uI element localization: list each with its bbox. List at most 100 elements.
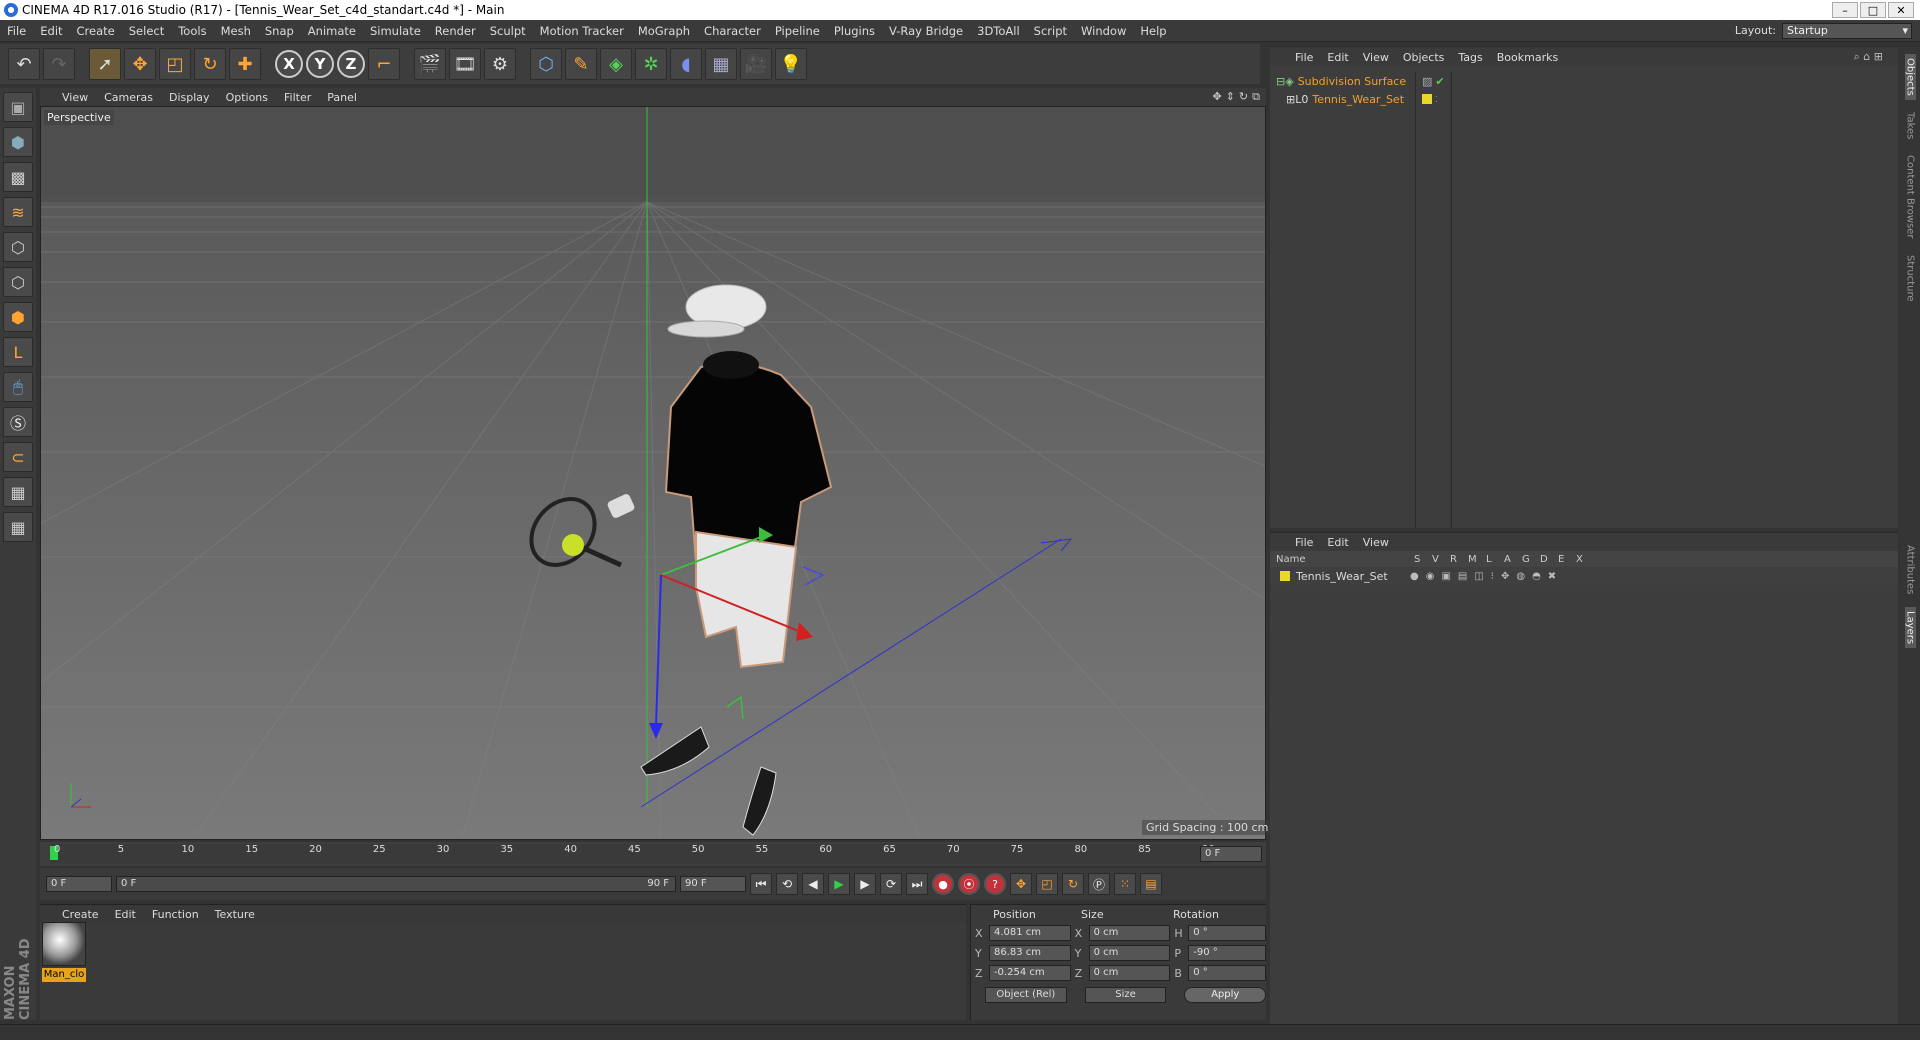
perspective-viewport[interactable]	[40, 106, 1266, 840]
y-axis-lock-button[interactable]: Y	[306, 50, 334, 78]
menu-tools[interactable]: Tools	[171, 24, 213, 38]
tab-objects[interactable]: Objects	[1904, 54, 1916, 100]
x-axis-lock-button[interactable]: X	[275, 50, 303, 78]
tab-layers[interactable]: Layers	[1904, 606, 1916, 648]
key-rotation-button[interactable]: ↻	[1062, 873, 1084, 895]
workplane-lock-button[interactable]: ▦	[3, 477, 33, 507]
viewport-menu-filter[interactable]: Filter	[276, 91, 319, 104]
layer-flag-icons[interactable]: ●◉▣▤◫⁝✥◍◓✖	[1410, 571, 1563, 582]
maximize-viewport-icon[interactable]: ⧉	[1252, 90, 1260, 104]
menu-plugins[interactable]: Plugins	[827, 24, 882, 38]
size-x-field[interactable]: 0 cm	[1088, 925, 1171, 941]
next-key-button[interactable]: ⟳	[880, 873, 902, 895]
menu-motion-tracker[interactable]: Motion Tracker	[533, 24, 631, 38]
layer-menu-file[interactable]: File	[1288, 536, 1320, 549]
cloner-button[interactable]: ✲	[635, 48, 667, 80]
layer-swatch-icon[interactable]: ▨	[1422, 75, 1432, 88]
layer-menu-view[interactable]: View	[1356, 536, 1396, 549]
enabled-check-icon[interactable]: ✔	[1435, 75, 1444, 88]
layout-select[interactable]: Startup	[1782, 22, 1912, 39]
z-axis-lock-button[interactable]: Z	[337, 50, 365, 78]
size-mode-dropdown[interactable]: Size	[1084, 987, 1167, 1003]
menu-file[interactable]: File	[0, 24, 33, 38]
undo-button[interactable]: ↶	[8, 48, 40, 80]
menu-render[interactable]: Render	[428, 24, 483, 38]
pan-icon[interactable]: ✥	[1212, 90, 1221, 104]
key-scale-button[interactable]: ◰	[1036, 873, 1058, 895]
go-to-end-button[interactable]: ⏭	[906, 873, 928, 895]
workplane-mode-button[interactable]: ≋	[3, 197, 33, 227]
key-position-button[interactable]: ✥	[1010, 873, 1032, 895]
menu-script[interactable]: Script	[1027, 24, 1074, 38]
record-button[interactable]: ●	[932, 873, 954, 895]
close-button[interactable]: ✕	[1888, 2, 1914, 18]
rotate-tool-button[interactable]: ↻	[194, 48, 226, 80]
play-button[interactable]: ▶	[828, 873, 850, 895]
position-z-field[interactable]: -0.254 cm	[988, 965, 1071, 981]
key-parameter-button[interactable]: Ⓟ	[1088, 873, 1110, 895]
keyframe-selection-button[interactable]: ?	[984, 873, 1006, 895]
object-menu-view[interactable]: View	[1356, 51, 1396, 64]
menu-edit[interactable]: Edit	[33, 24, 69, 38]
previous-frame-button[interactable]: ◀	[802, 873, 824, 895]
object-name[interactable]: Tennis_Wear_Set	[1312, 93, 1404, 106]
points-mode-button[interactable]: ⬡	[3, 232, 33, 262]
grid-button[interactable]: ▦	[3, 512, 33, 542]
minimize-button[interactable]: –	[1832, 2, 1858, 18]
recent-tools-button[interactable]: ✚	[229, 48, 261, 80]
orbit-icon[interactable]: ↻	[1239, 90, 1248, 104]
rotation-b-field[interactable]: 0 °	[1188, 965, 1266, 981]
position-y-field[interactable]: 86.83 cm	[988, 945, 1071, 961]
viewport-menu-display[interactable]: Display	[161, 91, 218, 104]
object-menu-file[interactable]: File	[1288, 51, 1320, 64]
menu-help[interactable]: Help	[1133, 24, 1173, 38]
menu-animate[interactable]: Animate	[301, 24, 363, 38]
edges-mode-button[interactable]: ⬡	[3, 267, 33, 297]
render-picture-viewer-button[interactable]: 🎞	[449, 48, 481, 80]
material-menu-texture[interactable]: Texture	[207, 908, 263, 921]
object-menu-edit[interactable]: Edit	[1320, 51, 1355, 64]
object-row-subdivision-surface[interactable]: ⊟◈ Subdivision Surface	[1270, 72, 1415, 90]
magnet-button[interactable]: ⊂	[3, 442, 33, 472]
material-name[interactable]: Man_clo	[42, 968, 86, 982]
snap-button[interactable]: Ⓢ	[3, 407, 33, 437]
maximize-button[interactable]: □	[1860, 2, 1886, 18]
cube-object-button[interactable]: ⬡	[530, 48, 562, 80]
menu-window[interactable]: Window	[1074, 24, 1133, 38]
object-name[interactable]: Subdivision Surface	[1298, 75, 1406, 88]
menu-character[interactable]: Character	[697, 24, 768, 38]
object-row-tennis-wear-set[interactable]: ⊞L0 Tennis_Wear_Set	[1270, 90, 1415, 108]
pen-spline-button[interactable]: ✎	[565, 48, 597, 80]
viewport-menu-options[interactable]: Options	[218, 91, 276, 104]
autokey-button[interactable]: ⦿	[958, 873, 980, 895]
move-tool-button[interactable]: ✥	[124, 48, 156, 80]
coordinate-system-button[interactable]: ⌐	[368, 48, 400, 80]
material-menu-create[interactable]: Create	[54, 908, 107, 921]
axis-mode-button[interactable]: L	[3, 337, 33, 367]
make-editable-button[interactable]: ▣	[3, 92, 33, 122]
viewport-menu-view[interactable]: View	[54, 91, 96, 104]
polygons-mode-button[interactable]: ⬢	[3, 302, 33, 332]
timeline-ruler[interactable]: 051015202530354045505560657075808590 0 F	[40, 842, 1266, 866]
size-y-field[interactable]: 0 cm	[1088, 945, 1171, 961]
texture-mode-button[interactable]: ▩	[3, 162, 33, 192]
frame-range-slider[interactable]: 0 F 90 F	[116, 876, 676, 892]
end-frame-field[interactable]: 90 F	[680, 876, 746, 892]
viewport-menu-cameras[interactable]: Cameras	[96, 91, 161, 104]
visibility-dots-icon[interactable]: ⁚	[1435, 95, 1438, 104]
timeline-window-button[interactable]: ▤	[1140, 873, 1162, 895]
material-menu-edit[interactable]: Edit	[107, 908, 144, 921]
tweak-mode-button[interactable]: 🖱	[3, 372, 33, 402]
menu-select[interactable]: Select	[122, 24, 171, 38]
material-thumbnail[interactable]	[42, 922, 86, 966]
menu-snap[interactable]: Snap	[258, 24, 301, 38]
menu-mesh[interactable]: Mesh	[214, 24, 258, 38]
coordinate-mode-dropdown[interactable]: Object (Rel)	[985, 987, 1067, 1003]
layer-name[interactable]: Tennis_Wear_Set	[1296, 570, 1404, 583]
viewport-menu-panel[interactable]: Panel	[319, 91, 365, 104]
camera-object-button[interactable]: 🎥	[740, 48, 772, 80]
rotation-p-field[interactable]: -90 °	[1188, 945, 1266, 961]
tab-attributes[interactable]: Attributes	[1905, 541, 1916, 598]
layer-color-swatch[interactable]	[1280, 571, 1290, 581]
object-search-icon[interactable]: ⌕ ⌂ ⊞	[1847, 50, 1890, 64]
